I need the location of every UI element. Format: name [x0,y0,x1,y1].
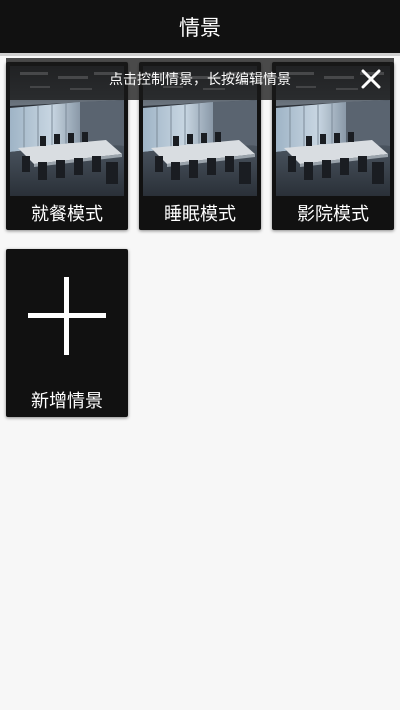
hint-text: 点击控制情景，长按编辑情景 [109,72,291,88]
app-bar-divider [0,53,400,56]
scene-label: 就餐模式 [31,204,103,225]
scene-label: 影院模式 [297,204,369,225]
plus-icon [28,277,106,355]
hint-banner: 点击控制情景，长按编辑情景 [6,58,394,100]
close-icon[interactable] [358,66,384,92]
app-bar: 情景 [0,0,400,53]
scene-label: 睡眠模式 [164,204,236,225]
add-scene-label: 新增情景 [31,391,103,412]
add-scene-button[interactable]: 新增情景 [6,249,128,417]
page-title: 情景 [179,15,221,40]
